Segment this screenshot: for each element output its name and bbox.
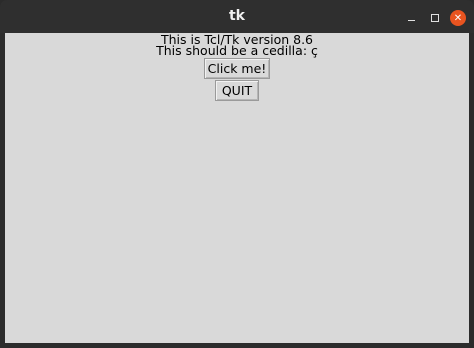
click-me-button[interactable]: Click me! xyxy=(204,58,270,79)
maximize-icon[interactable] xyxy=(427,10,443,26)
quit-button[interactable]: QUIT xyxy=(215,80,259,101)
close-icon[interactable]: ✕ xyxy=(450,10,466,26)
title-bar[interactable]: tk ✕ xyxy=(0,0,474,33)
minimize-glyph xyxy=(407,20,415,21)
main-content: This is Tcl/Tk version 8.6 This should b… xyxy=(5,33,469,343)
app-window: tk ✕ This is Tcl/Tk version 8.6 This sho… xyxy=(0,0,474,348)
maximize-glyph xyxy=(431,14,439,22)
cedilla-label: This should be a cedilla: ç xyxy=(156,43,318,58)
minimize-icon[interactable] xyxy=(403,10,419,26)
